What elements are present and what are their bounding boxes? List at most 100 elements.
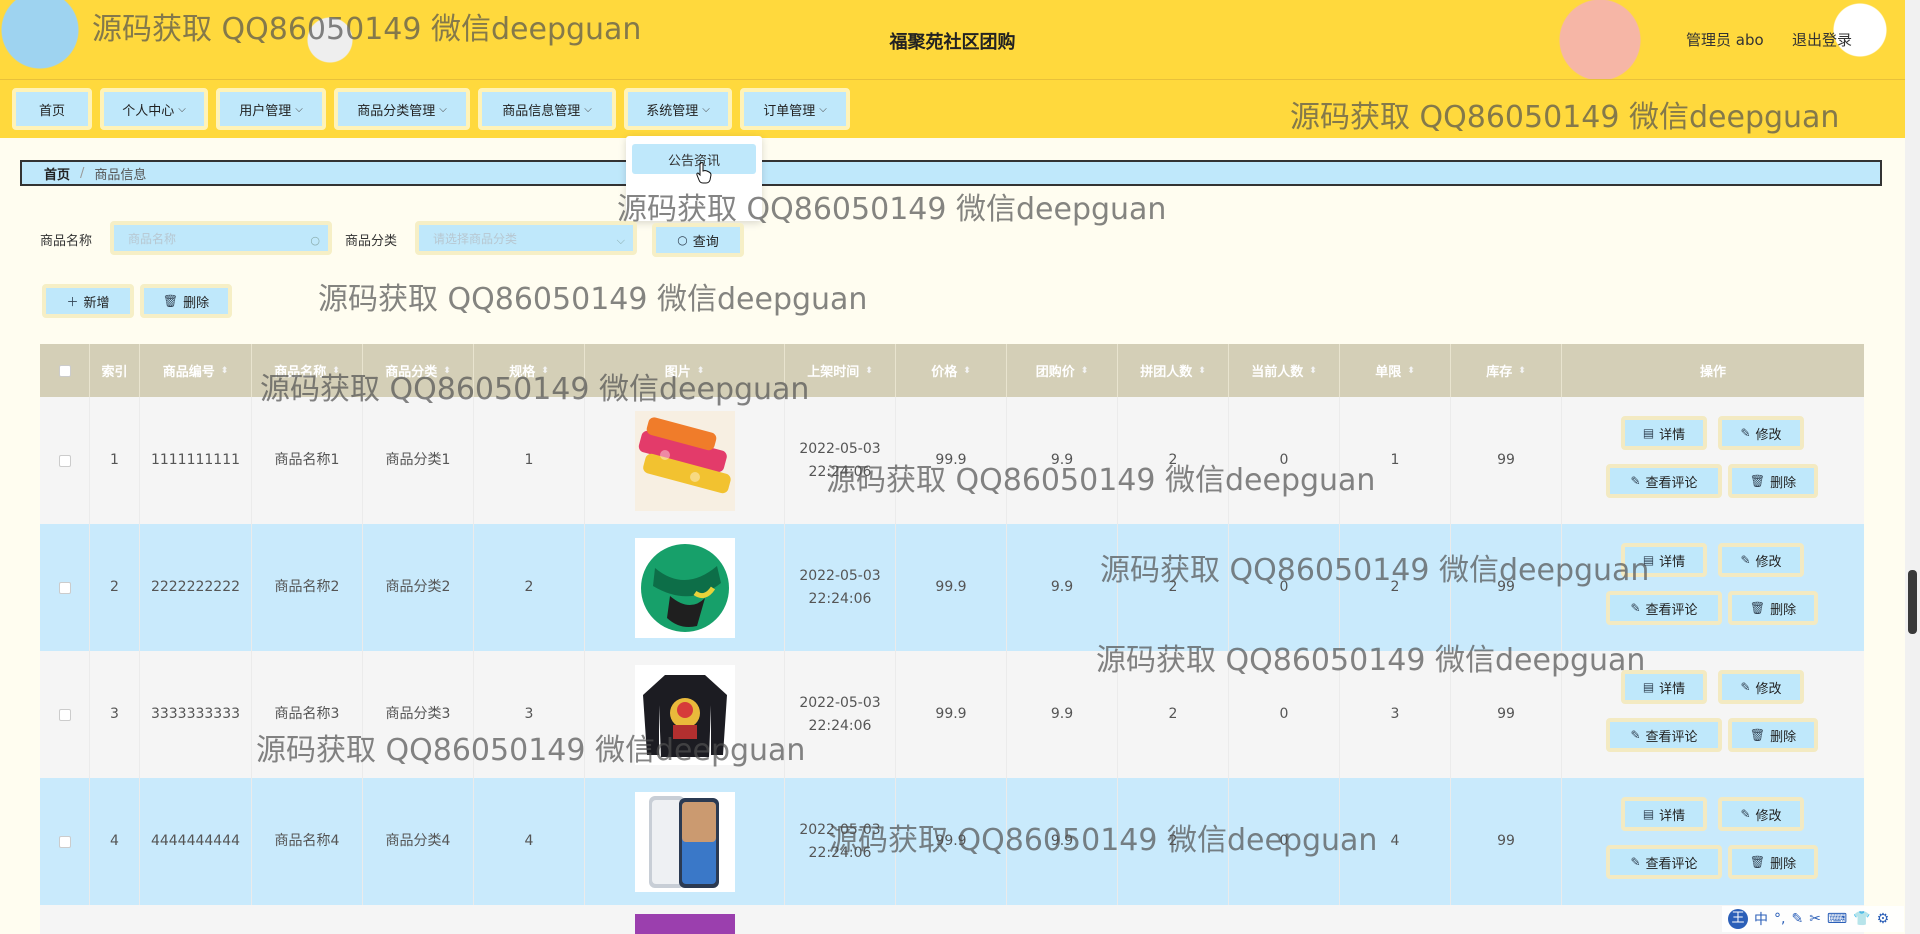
nav-product-management[interactable]: 商品信息管理 ⌵ bbox=[478, 88, 616, 130]
nav-label: 系统管理 bbox=[646, 103, 699, 119]
dropdown-item-announcements[interactable]: 公告资讯 bbox=[632, 144, 756, 174]
header-cell[interactable]: 上架时间 ⬍ bbox=[785, 344, 896, 397]
breadcrumb-home[interactable]: 首页 bbox=[44, 164, 70, 183]
batch-delete-button[interactable]: 🗑 删除 bbox=[140, 284, 232, 318]
product-category-select[interactable]: 请选择商品分类 ⌵ bbox=[415, 221, 637, 255]
row-checkbox[interactable] bbox=[58, 581, 71, 594]
row-checkbox-cell bbox=[40, 524, 90, 651]
header-cell[interactable]: 单限 ⬍ bbox=[1340, 344, 1451, 397]
cell-current: 0 bbox=[1229, 651, 1340, 778]
header-cell[interactable]: 当前人数 ⬍ bbox=[1229, 344, 1340, 397]
header-cell[interactable]: 商品编号 ⬍ bbox=[140, 344, 252, 397]
cell-category: 商品分类2 bbox=[363, 524, 474, 651]
date-text: 2022-05-03 bbox=[799, 821, 881, 838]
delete-button[interactable]: 🗑 删除 bbox=[1728, 718, 1818, 752]
edit-button[interactable]: ✎ 修改 bbox=[1718, 670, 1804, 704]
detail-button[interactable]: ▤ 详情 bbox=[1621, 670, 1707, 704]
nav-user-management[interactable]: 用户管理 ⌵ bbox=[216, 88, 326, 130]
view-comments-button[interactable]: ✎ 查看评论 bbox=[1606, 591, 1722, 625]
logout-link[interactable]: 退出登录 bbox=[1792, 29, 1852, 50]
cell-group-price: 9.9 bbox=[1007, 397, 1118, 524]
header-cell[interactable]: 商品名称 ⬍ bbox=[252, 344, 363, 397]
nav-category-management[interactable]: 商品分类管理 ⌵ bbox=[334, 88, 470, 130]
cell-date: 2022-05-03 22:24:06 bbox=[785, 397, 896, 524]
header-label: 拼团人数 bbox=[1140, 365, 1193, 380]
row-checkbox[interactable] bbox=[58, 835, 71, 848]
breadcrumb: 首页 / 商品信息 bbox=[20, 160, 1882, 186]
header-label: 单限 bbox=[1375, 365, 1402, 380]
header-cell[interactable]: 团购价 ⬍ bbox=[1007, 344, 1118, 397]
cell-category: 商品分类4 bbox=[363, 778, 474, 905]
header-label: 团购价 bbox=[1035, 365, 1075, 380]
add-button[interactable]: ＋ 新增 bbox=[42, 284, 134, 318]
delete-button[interactable]: 🗑 删除 bbox=[1728, 591, 1818, 625]
header-cell[interactable]: 商品分类 ⬍ bbox=[363, 344, 474, 397]
delete-label: 删除 bbox=[1770, 856, 1797, 872]
date-text: 2022-05-03 bbox=[799, 440, 881, 457]
cell-code: 2222222222 bbox=[140, 524, 252, 651]
edit-button[interactable]: ✎ 修改 bbox=[1718, 543, 1804, 577]
main-navbar: 首页 个人中心 ⌵ 用户管理 ⌵ 商品分类管理 ⌵ 商品信息管理 ⌵ 系统管理 ⌵ 订单管… bbox=[0, 80, 1905, 138]
breadcrumb-current: 商品信息 bbox=[94, 167, 147, 183]
row-checkbox[interactable] bbox=[58, 454, 71, 467]
ime-pen-icon[interactable]: ✎ bbox=[1791, 911, 1803, 927]
cell-group-price: 9.9 bbox=[1007, 651, 1118, 778]
ime-punctuation-icon[interactable]: °, bbox=[1774, 911, 1785, 927]
view-comments-button[interactable]: ✎ 查看评论 bbox=[1606, 845, 1722, 879]
delete-button[interactable]: 🗑 删除 bbox=[1728, 845, 1818, 879]
chevron-down-icon: ⌵ bbox=[702, 103, 710, 115]
query-button[interactable]: ○ 查询 bbox=[652, 223, 744, 257]
nav-order-management[interactable]: 订单管理 ⌵ bbox=[740, 88, 850, 130]
time-text: 22:24:06 bbox=[808, 717, 872, 734]
nav-home[interactable]: 首页 bbox=[12, 88, 92, 130]
ime-toolbar[interactable]: 王 中 °, ✎ ✂ ⌨ 👕 ⚙ bbox=[1722, 906, 1904, 932]
view-comments-button[interactable]: ✎ 查看评论 bbox=[1606, 718, 1722, 752]
ime-settings-icon[interactable]: ⚙ bbox=[1877, 911, 1890, 927]
trash-icon: 🗑 bbox=[1749, 728, 1766, 742]
delete-button[interactable]: 🗑 删除 bbox=[1728, 464, 1818, 498]
ime-scissors-icon[interactable]: ✂ bbox=[1809, 911, 1821, 927]
edit-button[interactable]: ✎ 修改 bbox=[1718, 416, 1804, 450]
scrollbar-thumb[interactable] bbox=[1908, 570, 1917, 634]
row-checkbox[interactable] bbox=[58, 708, 71, 721]
document-icon: ▤ bbox=[1642, 553, 1655, 567]
cell-index: 4 bbox=[90, 778, 140, 905]
detail-label: 详情 bbox=[1659, 681, 1686, 697]
cell-price: 99.9 bbox=[896, 524, 1007, 651]
edit-button[interactable]: ✎ 修改 bbox=[1718, 797, 1804, 831]
ime-skin-icon[interactable]: 👕 bbox=[1853, 911, 1870, 927]
product-image-sweatshirt bbox=[634, 664, 735, 765]
page-scrollbar[interactable] bbox=[1905, 0, 1920, 934]
cell-group-price: 9.9 bbox=[1007, 524, 1118, 651]
cell-current: 0 bbox=[1229, 524, 1340, 651]
nav-label: 订单管理 bbox=[763, 103, 816, 119]
select-all-checkbox[interactable] bbox=[58, 364, 71, 377]
delete-label: 删除 bbox=[1770, 602, 1797, 618]
header-cell[interactable]: 图片 ⬍ bbox=[585, 344, 785, 397]
header-cell[interactable]: 库存 ⬍ bbox=[1451, 344, 1562, 397]
sort-icon: ⬍ bbox=[220, 365, 229, 376]
detail-button[interactable]: ▤ 详情 bbox=[1621, 416, 1707, 450]
system-management-dropdown: 公告资讯 bbox=[626, 136, 762, 221]
detail-button[interactable]: ▤ 详情 bbox=[1621, 797, 1707, 831]
ime-keyboard-icon[interactable]: ⌨ bbox=[1827, 911, 1847, 927]
product-image-partial bbox=[635, 914, 735, 934]
ime-language-label[interactable]: 中 bbox=[1754, 909, 1768, 929]
header-label: 规格 bbox=[509, 365, 536, 380]
view-comments-label: 查看评论 bbox=[1645, 475, 1698, 491]
product-category-label: 商品分类 bbox=[345, 234, 398, 249]
delete-label: 删除 bbox=[1770, 729, 1797, 745]
header-cell[interactable]: 规格 ⬍ bbox=[474, 344, 585, 397]
nav-personal-center[interactable]: 个人中心 ⌵ bbox=[100, 88, 208, 130]
cell-name: 商品名称2 bbox=[252, 524, 363, 651]
sort-icon: ⬍ bbox=[1198, 365, 1206, 376]
header-cell[interactable]: 价格 ⬍ bbox=[896, 344, 1007, 397]
view-comments-button[interactable]: ✎ 查看评论 bbox=[1606, 464, 1722, 498]
pencil-icon: ✎ bbox=[1740, 680, 1751, 694]
nav-system-management[interactable]: 系统管理 ⌵ bbox=[624, 88, 732, 130]
pencil-icon: ✎ bbox=[1630, 855, 1641, 869]
header-cell[interactable]: 拼团人数 ⬍ bbox=[1118, 344, 1229, 397]
product-name-input[interactable]: 商品名称 ○ bbox=[110, 221, 332, 255]
detail-button[interactable]: ▤ 详情 bbox=[1621, 543, 1707, 577]
watermark: 源码获取 QQ86050149 微信deepguan bbox=[318, 282, 868, 317]
